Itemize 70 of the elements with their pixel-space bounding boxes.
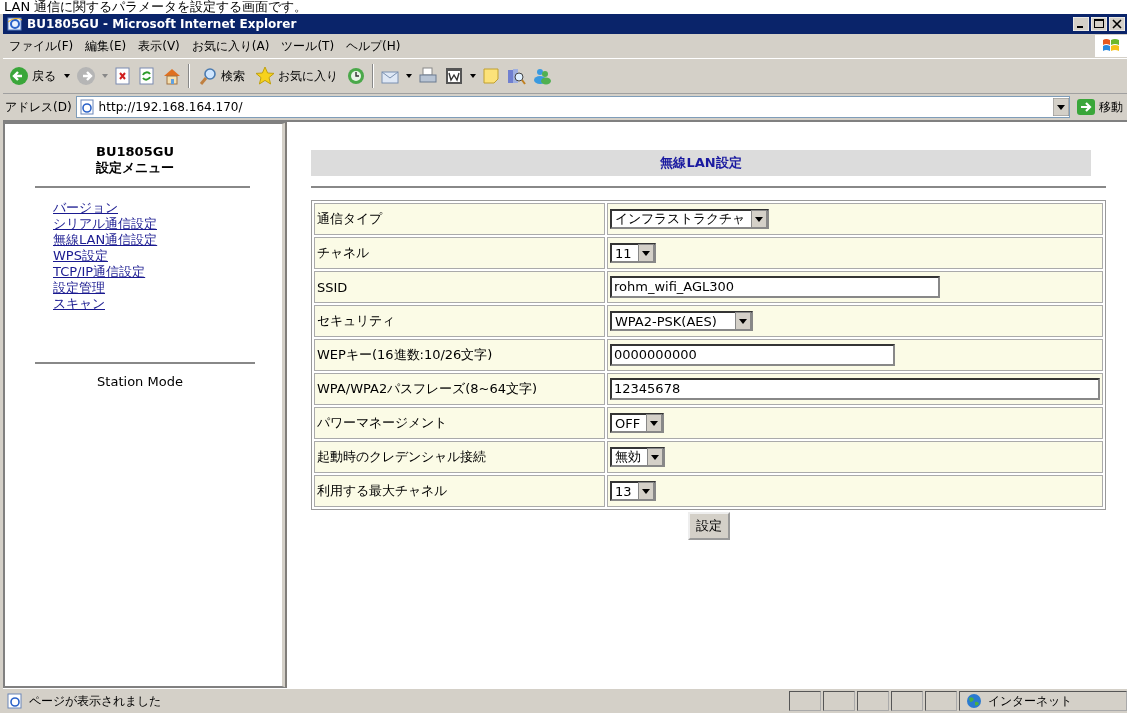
caret-icon[interactable] [406, 74, 412, 78]
caption-text: LAN 通信に関するパラメータを設定する画面です。 [3, 0, 309, 14]
status-pane [789, 691, 821, 711]
close-button[interactable] [1109, 17, 1125, 31]
input-field[interactable]: 12345678 [610, 378, 1100, 400]
status-text: ページが表示されました [29, 692, 161, 710]
favorites-button[interactable]: お気に入り [253, 66, 340, 86]
zone-text: インターネット [988, 692, 1072, 710]
dropdown[interactable]: インフラストラクチャ [610, 209, 769, 229]
status-pane [925, 691, 957, 711]
address-field[interactable]: http://192.168.164.170/ [75, 96, 1070, 118]
menu-item[interactable]: 編集(E) [79, 37, 133, 55]
search-icon [198, 66, 218, 86]
caret-icon[interactable] [470, 74, 476, 78]
research-button[interactable] [506, 67, 526, 85]
menu-title: BU1805GU 設定メニュー [95, 144, 175, 176]
menu-item[interactable]: ファイル(F) [3, 37, 80, 55]
print-button[interactable] [418, 67, 438, 85]
status-pane [823, 691, 855, 711]
menu-link[interactable]: TCP/IP通信設定 [53, 264, 146, 280]
page-icon [78, 99, 95, 115]
submit-button[interactable]: 設定 [687, 512, 730, 540]
menu-item[interactable]: お気に入り(A) [185, 37, 276, 55]
setting-label: 利用する最大チャネル [314, 475, 605, 507]
dropdown[interactable]: 11 [610, 243, 656, 263]
search-button[interactable]: 検索 [196, 66, 247, 86]
setting-label: WPA/WPA2パスフレーズ(8~64文字) [314, 373, 605, 405]
dropdown[interactable]: 13 [610, 481, 656, 501]
maximize-button[interactable] [1091, 17, 1107, 31]
edit-button[interactable] [444, 67, 464, 85]
section-heading: 無線LAN設定 [311, 150, 1091, 176]
setting-label: チャネル [314, 237, 605, 269]
stop-button[interactable] [114, 67, 132, 85]
menu-item[interactable]: ヘルプ(H) [340, 37, 407, 55]
go-button[interactable]: 移動 [1074, 98, 1125, 116]
menu-item[interactable]: 表示(V) [132, 37, 186, 55]
status-pane [891, 691, 923, 711]
setting-label: 通信タイプ [314, 203, 605, 235]
address-label: アドレス(D) [5, 98, 72, 116]
setting-label: セキュリティ [314, 305, 605, 337]
back-button[interactable]: 戻る [7, 66, 58, 86]
menu-link[interactable]: シリアル通信設定 [53, 216, 157, 232]
menu-link[interactable]: 無線LAN通信設定 [53, 232, 158, 248]
dropdown[interactable]: WPA2-PSK(AES) [610, 311, 754, 331]
setting-label: パワーマネージメント [314, 407, 605, 439]
window-title: BU1805GU - Microsoft Internet Explorer [27, 17, 297, 31]
minimize-button[interactable] [1073, 17, 1089, 31]
menu-link[interactable]: バージョン [53, 200, 118, 216]
page-icon [7, 693, 23, 709]
globe-icon [966, 693, 982, 709]
menu-item[interactable]: ツール(T) [275, 37, 341, 55]
home-button[interactable] [162, 67, 182, 85]
star-icon [255, 66, 275, 86]
dropdown[interactable]: 無効 [610, 447, 665, 467]
dropdown-arrow-icon[interactable] [1053, 98, 1069, 116]
menu-link[interactable]: スキャン [53, 296, 105, 312]
dropdown[interactable]: OFF [610, 413, 665, 433]
mode-text: Station Mode [96, 374, 184, 389]
ie-logo-icon [7, 16, 23, 32]
input-field[interactable]: rohm_wifi_AGL300 [610, 276, 940, 298]
setting-label: WEPキー(16進数:10/26文字) [314, 339, 605, 371]
setting-label: 起動時のクレデンシャル接続 [314, 441, 605, 473]
input-field[interactable]: 0000000000 [610, 344, 895, 366]
refresh-button[interactable] [138, 67, 156, 85]
history-button[interactable] [346, 66, 366, 86]
setting-label: SSID [314, 271, 605, 303]
caret-icon[interactable] [64, 74, 70, 78]
menu-link[interactable]: WPS設定 [53, 248, 108, 264]
menu-link[interactable]: 設定管理 [53, 280, 105, 296]
status-pane [857, 691, 889, 711]
